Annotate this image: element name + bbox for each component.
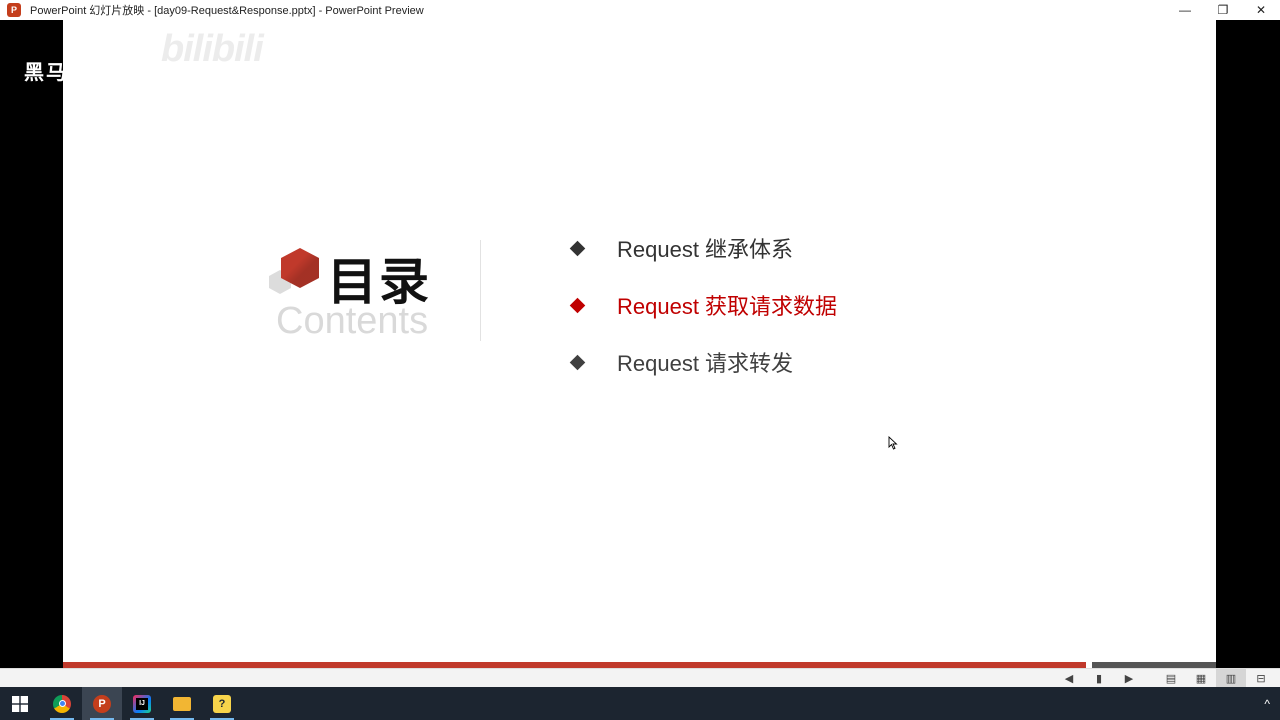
windows-taskbar: P IJ? ^ [0, 687, 1280, 720]
toc-item-inheritance: Request 继承体系 [569, 232, 793, 264]
toc-item-get-request-data: Request 获取请求数据 [569, 289, 837, 321]
next-icon[interactable]: ▶ [1114, 669, 1144, 688]
system-tray: ^ [1264, 687, 1270, 720]
diamond-bullet-icon [569, 240, 586, 256]
previous-icon[interactable]: ◀ [1054, 669, 1084, 688]
diamond-bullet-icon [569, 297, 586, 313]
taskbar-app-powerpoint[interactable]: P [82, 687, 122, 720]
windows-start-button[interactable] [0, 687, 40, 720]
watermark-heima: 黑马 [24, 62, 68, 84]
slideshow-icon[interactable]: ⊟ [1246, 669, 1276, 688]
slide-sorter-icon[interactable]: ▦ [1186, 669, 1216, 688]
status-bar: ◀ ▮ ▶ ▤ ▦ ▥ ⊟ [0, 668, 1280, 688]
window-controls: — ❐ ✕ [1166, 0, 1280, 20]
pause-icon[interactable]: ▮ [1084, 669, 1114, 688]
vertical-divider [480, 240, 481, 341]
toc-item-label: Request 继承体系 [617, 237, 794, 262]
window-title: PowerPoint 幻灯片放映 - [day09-Request&Respon… [30, 5, 424, 17]
toc-item-label: Request 获取请求数据 [617, 294, 838, 319]
taskbar-app-file-explorer[interactable] [162, 687, 202, 720]
taskbar-app-python[interactable]: ? [202, 687, 242, 720]
normal-view-icon[interactable]: ▤ [1156, 669, 1186, 688]
watermark-bilibili: bilibili [161, 28, 264, 70]
minimize-button[interactable]: — [1166, 0, 1204, 20]
intellij-icon: IJ [133, 694, 151, 713]
slide[interactable]: bilibili 目录 Contents Request 继承体系 Reques… [63, 20, 1216, 668]
powerpoint-icon: P [7, 3, 21, 17]
restore-button[interactable]: ❐ [1204, 0, 1242, 20]
python-icon: ? [213, 694, 231, 713]
taskbar-app-chrome[interactable] [42, 687, 82, 720]
window-titlebar: P PowerPoint 幻灯片放映 - [day09-Request&Resp… [0, 0, 1280, 20]
taskbar-app-intellij[interactable]: IJ [122, 687, 162, 720]
toc-item-forward: Request 请求转发 [569, 346, 793, 378]
mouse-cursor-icon [888, 436, 898, 450]
close-button[interactable]: ✕ [1242, 0, 1280, 20]
tray-chevron-icon[interactable]: ^ [1264, 697, 1270, 711]
reading-view-icon[interactable]: ▥ [1216, 669, 1246, 688]
taskbar-apps: P IJ? [42, 687, 242, 720]
file-explorer-icon [173, 696, 191, 711]
windows-logo-icon [12, 695, 28, 712]
powerpoint-icon: P [93, 694, 111, 713]
slide-subtitle: Contents [276, 300, 429, 342]
toc-item-label: Request 请求转发 [617, 351, 794, 376]
diamond-bullet-icon [569, 354, 586, 370]
status-controls: ◀ ▮ ▶ ▤ ▦ ▥ ⊟ [1054, 669, 1276, 688]
chrome-icon [53, 694, 71, 713]
